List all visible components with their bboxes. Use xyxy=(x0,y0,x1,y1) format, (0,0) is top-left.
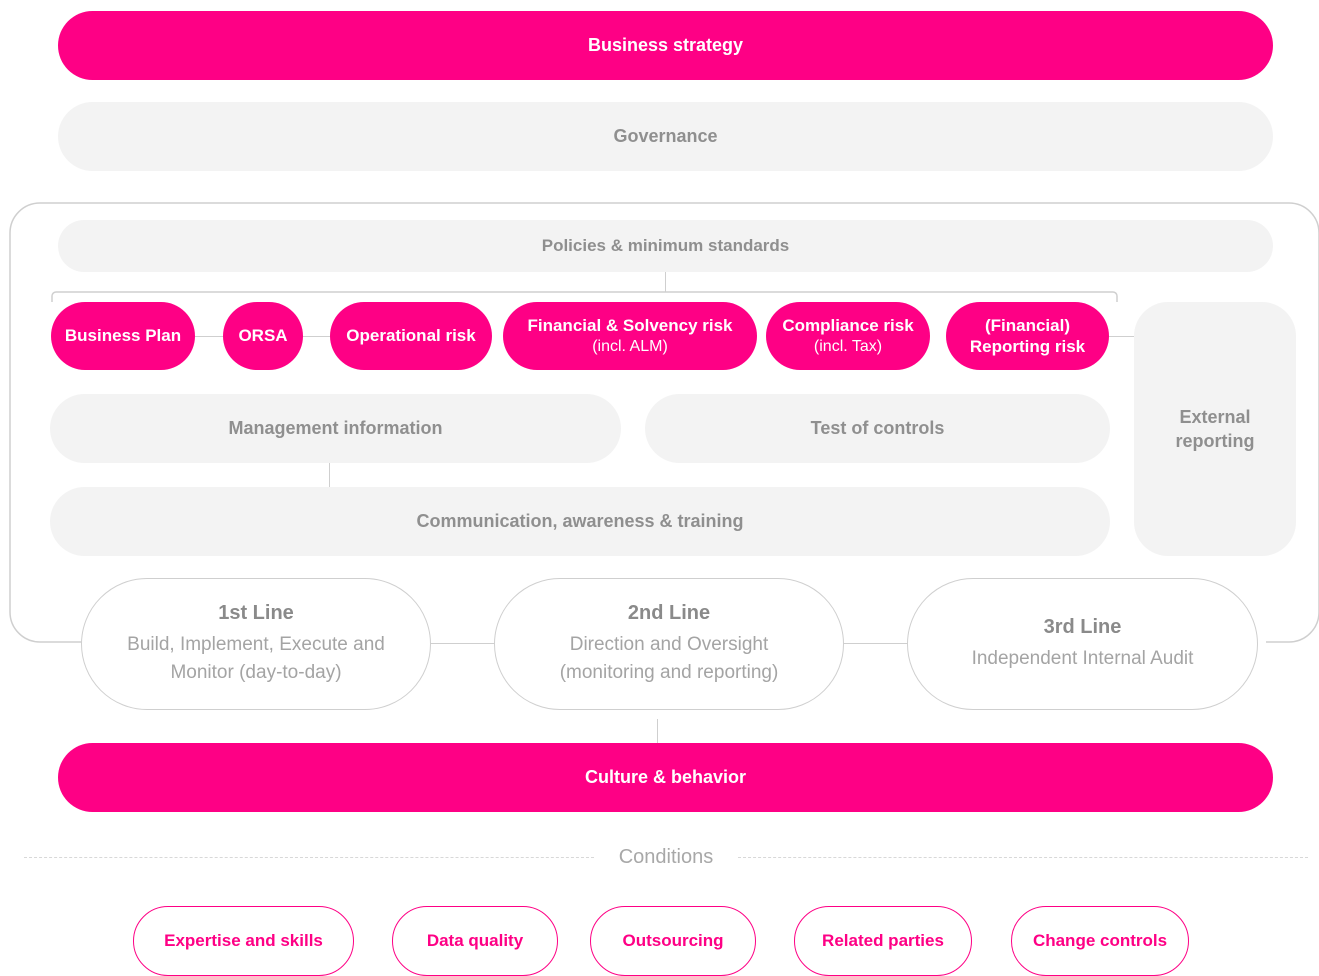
culture-behavior-label: Culture & behavior xyxy=(584,767,747,787)
communication-label: Communication, awareness & training xyxy=(416,511,744,531)
policies-label: Policies & minimum standards xyxy=(541,236,790,255)
test-of-controls-bar: Test of controls xyxy=(645,394,1110,463)
communication-bar: Communication, awareness & training xyxy=(50,487,1110,556)
risk-title-line2: Reporting risk xyxy=(969,337,1086,356)
conditions-divider-left xyxy=(24,857,594,858)
risk-subtitle: (incl. Tax) xyxy=(813,337,883,355)
risk-connector-1 xyxy=(194,336,224,337)
condition-expertise-and-skills: Expertise and skills xyxy=(133,906,354,976)
risk-operational: Operational risk xyxy=(330,302,492,370)
condition-change-controls: Change controls xyxy=(1011,906,1189,976)
policies-bar: Policies & minimum standards xyxy=(58,220,1273,272)
risk-financial-solvency: Financial & Solvency risk (incl. ALM) xyxy=(503,302,757,370)
line-description-1: Independent Internal Audit xyxy=(971,647,1194,669)
culture-behavior-bar: Culture & behavior xyxy=(58,743,1273,812)
line-title: 3rd Line xyxy=(1043,615,1122,638)
condition-label: Outsourcing xyxy=(622,931,724,950)
risk-title: (Financial) xyxy=(984,315,1070,335)
external-reporting-label-2: reporting xyxy=(1175,431,1255,451)
line-description-2: Monitor (day-to-day) xyxy=(170,661,342,683)
line-connector-1 xyxy=(430,643,495,644)
policies-connector xyxy=(665,272,666,292)
third-line-box: 3rd Line Independent Internal Audit xyxy=(907,578,1258,710)
risk-financial-reporting: (Financial) Reporting risk xyxy=(946,302,1109,370)
culture-connector xyxy=(657,719,658,743)
condition-label: Expertise and skills xyxy=(164,931,323,950)
risk-title: Business Plan xyxy=(64,326,182,346)
condition-related-parties: Related parties xyxy=(794,906,972,976)
mi-connector xyxy=(329,463,330,487)
line-description-1: Direction and Oversight xyxy=(569,633,769,655)
external-reporting-label-1: External xyxy=(1179,406,1251,427)
risk-business-plan: Business Plan xyxy=(51,302,195,370)
external-reporting-box: External reporting xyxy=(1134,302,1296,556)
conditions-label-text: Conditions xyxy=(618,845,714,868)
condition-label: Related parties xyxy=(822,931,944,950)
management-information-bar: Management information xyxy=(50,394,621,463)
risk-title: ORSA xyxy=(238,326,288,346)
line-connector-2 xyxy=(843,643,908,644)
risk-title: Operational risk xyxy=(346,326,476,346)
second-line-box: 2nd Line Direction and Oversight (monito… xyxy=(494,578,844,710)
condition-outsourcing: Outsourcing xyxy=(590,906,756,976)
line-description-1: Build, Implement, Execute and xyxy=(127,633,385,655)
test-of-controls-label: Test of controls xyxy=(810,418,945,438)
conditions-label: Conditions xyxy=(594,843,738,871)
risk-compliance: Compliance risk (incl. Tax) xyxy=(766,302,930,370)
first-line-box: 1st Line Build, Implement, Execute and M… xyxy=(81,578,431,710)
risk-connector-3 xyxy=(1108,336,1136,337)
line-title: 1st Line xyxy=(218,601,294,624)
condition-data-quality: Data quality xyxy=(392,906,558,976)
line-description-2: (monitoring and reporting) xyxy=(559,661,779,683)
condition-label: Change controls xyxy=(1032,931,1168,950)
line-title: 2nd Line xyxy=(627,601,711,624)
conditions-divider-right xyxy=(738,857,1308,858)
risk-title: Compliance risk xyxy=(782,316,914,336)
risk-subtitle: (incl. ALM) xyxy=(592,337,668,355)
condition-label: Data quality xyxy=(426,931,524,950)
risk-connector-2 xyxy=(302,336,332,337)
risk-title: Financial & Solvency risk xyxy=(527,316,733,336)
management-information-label: Management information xyxy=(228,418,443,438)
risk-orsa: ORSA xyxy=(223,302,303,370)
